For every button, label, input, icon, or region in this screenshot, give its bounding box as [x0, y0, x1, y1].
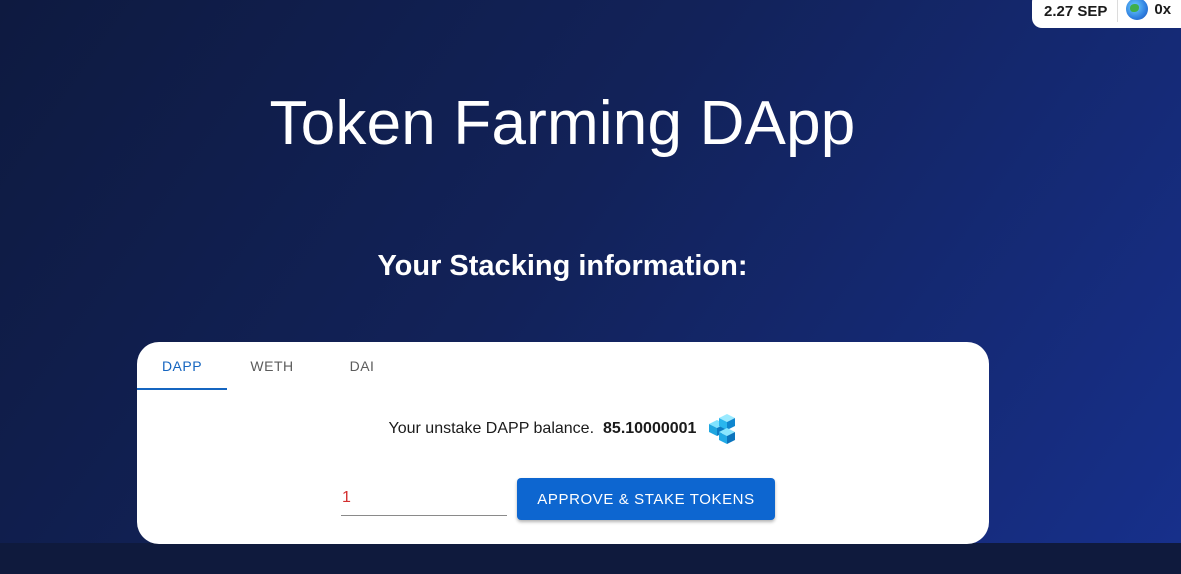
stake-amount-input[interactable]: [341, 478, 507, 507]
staking-card: DAPP WETH DAI Your unstake DAPP balance.…: [137, 342, 989, 544]
balance-row: Your unstake DAPP balance. 85.10000001: [137, 412, 989, 446]
page-footer-strip: [0, 543, 1181, 574]
page-title: Token Farming DApp: [269, 89, 856, 158]
wallet-account-button[interactable]: 0x: [1126, 0, 1171, 20]
staking-heading: Your Stacking information:: [377, 250, 748, 282]
stake-form: APPROVE & STAKE TOKENS: [341, 478, 775, 520]
balance-label: Your unstake DAPP balance.: [388, 420, 595, 437]
token-tabs: DAPP WETH DAI: [137, 342, 989, 390]
amount-field: [341, 478, 507, 516]
dapp-token-icon: [709, 414, 736, 444]
balance-value: 85.10000001: [603, 420, 697, 437]
wallet-balance: 2.27 SEP: [1044, 3, 1108, 20]
globe-icon: [1126, 0, 1149, 20]
tab-dapp[interactable]: DAPP: [137, 342, 227, 390]
wallet-address: 0x: [1154, 0, 1172, 18]
wallet-divider: [1117, 0, 1119, 22]
approve-stake-button[interactable]: APPROVE & STAKE TOKENS: [517, 478, 775, 520]
tab-dai[interactable]: DAI: [317, 342, 407, 390]
tab-weth[interactable]: WETH: [227, 342, 317, 390]
wallet-widget[interactable]: 2.27 SEP 0x: [1032, 0, 1181, 28]
